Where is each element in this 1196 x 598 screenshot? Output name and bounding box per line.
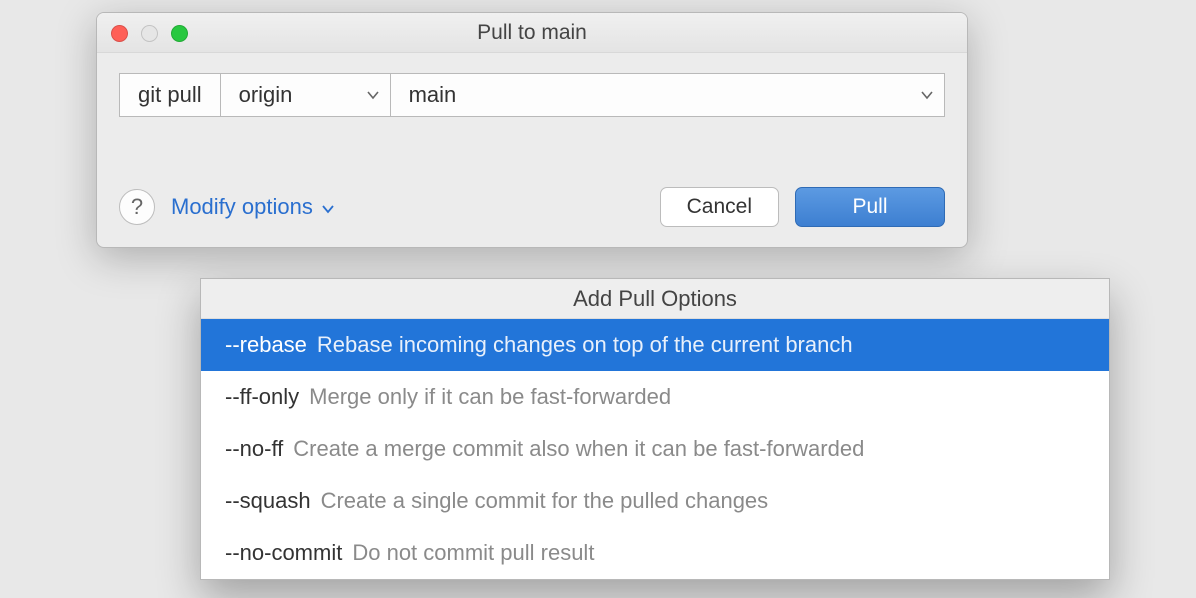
popup-item[interactable]: --no-commit Do not commit pull result xyxy=(201,527,1109,579)
help-button[interactable]: ? xyxy=(119,189,155,225)
option-desc: Do not commit pull result xyxy=(352,540,594,566)
command-row: git pull origin main xyxy=(119,73,945,117)
chevron-down-icon xyxy=(366,88,380,102)
popup-header: Add Pull Options xyxy=(201,279,1109,319)
traffic-lights xyxy=(111,25,188,42)
branch-value: main xyxy=(409,82,920,108)
modify-options-label: Modify options xyxy=(171,194,313,220)
dialog-content: git pull origin main ? Modify options xyxy=(97,53,967,247)
option-flag: --ff-only xyxy=(225,384,299,410)
popup-item[interactable]: --rebase Rebase incoming changes on top o… xyxy=(201,319,1109,371)
option-flag: --rebase xyxy=(225,332,307,358)
option-desc: Merge only if it can be fast-forwarded xyxy=(309,384,671,410)
modify-options-link[interactable]: Modify options xyxy=(171,194,335,220)
option-flag: --no-commit xyxy=(225,540,342,566)
pull-options-popup: Add Pull Options --rebase Rebase incoming… xyxy=(200,278,1110,580)
chevron-down-icon xyxy=(321,202,335,216)
command-label: git pull xyxy=(119,73,220,117)
popup-items: --rebase Rebase incoming changes on top o… xyxy=(201,319,1109,579)
cancel-button[interactable]: Cancel xyxy=(660,187,779,227)
option-desc: Create a single commit for the pulled ch… xyxy=(321,488,769,514)
dialog-title: Pull to main xyxy=(477,21,587,45)
chevron-down-icon xyxy=(920,88,934,102)
pull-dialog: Pull to main git pull origin main ? xyxy=(96,12,968,248)
option-flag: --no-ff xyxy=(225,436,283,462)
help-icon: ? xyxy=(131,194,143,220)
option-desc: Create a merge commit also when it can b… xyxy=(293,436,864,462)
titlebar: Pull to main xyxy=(97,13,967,53)
option-flag: --squash xyxy=(225,488,311,514)
maximize-icon[interactable] xyxy=(171,25,188,42)
close-icon[interactable] xyxy=(111,25,128,42)
pull-label: Pull xyxy=(852,195,887,219)
popup-item[interactable]: --squash Create a single commit for the p… xyxy=(201,475,1109,527)
remote-value: origin xyxy=(239,82,366,108)
minimize-icon xyxy=(141,25,158,42)
option-desc: Rebase incoming changes on top of the cu… xyxy=(317,332,853,358)
branch-select[interactable]: main xyxy=(390,73,945,117)
pull-button[interactable]: Pull xyxy=(795,187,945,227)
cancel-label: Cancel xyxy=(687,195,752,219)
popup-item[interactable]: --no-ff Create a merge commit also when i… xyxy=(201,423,1109,475)
dialog-footer: ? Modify options Cancel Pull xyxy=(119,187,945,227)
popup-item[interactable]: --ff-only Merge only if it can be fast-fo… xyxy=(201,371,1109,423)
remote-select[interactable]: origin xyxy=(220,73,390,117)
